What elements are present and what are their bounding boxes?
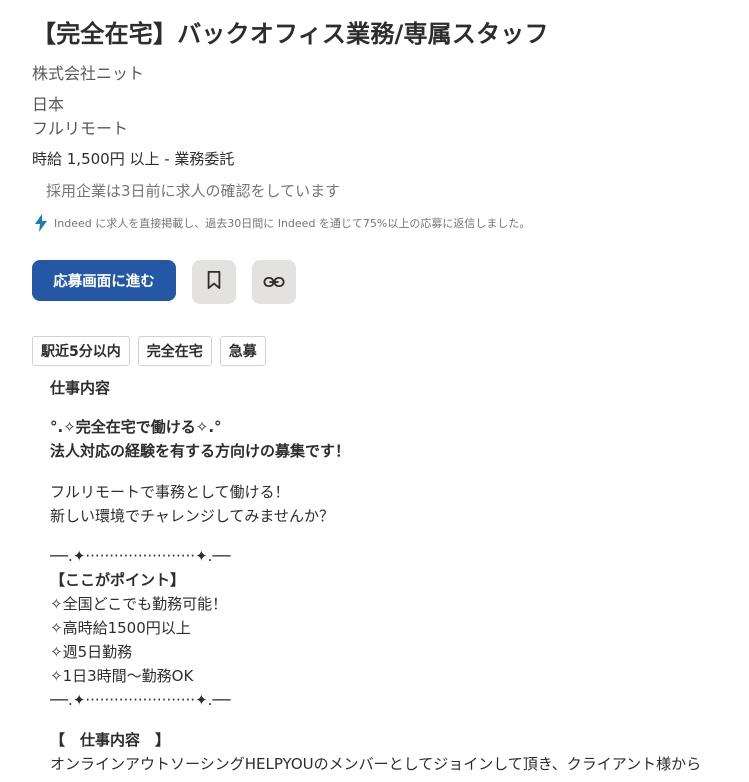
salary: 時給 1,500円 以上 - 業務委託 bbox=[32, 150, 235, 168]
description-lead-1: °.✧完全在宅で働ける✧.° bbox=[50, 418, 222, 436]
point-item: ✧高時給1500円以上 bbox=[50, 619, 191, 637]
apply-button[interactable]: 応募画面に進む bbox=[32, 260, 176, 301]
location-country: 日本 bbox=[32, 95, 65, 114]
location-type: フルリモート bbox=[32, 119, 129, 138]
link-icon bbox=[263, 273, 285, 292]
point-item: ✧1日3時間〜勤務OK bbox=[50, 667, 194, 685]
job-tags: 駅近5分以内 完全在宅 急募 bbox=[32, 336, 266, 366]
employer-status: 採用企業は3日前に求人の確認をしています bbox=[46, 182, 341, 200]
divider-2: ──.✦·······················✦.── bbox=[50, 691, 231, 709]
bookmark-icon bbox=[205, 270, 223, 294]
point-heading: 【ここがポイント】 bbox=[50, 571, 186, 589]
response-note: Indeed に求人を直接掲載し、過去30日間に Indeed を通じて75%以… bbox=[34, 214, 530, 232]
copy-link-button[interactable] bbox=[252, 260, 296, 304]
description-heading: 仕事内容 bbox=[50, 379, 111, 397]
description-paragraph-2: 新しい環境でチャレンジしてみませんか？ bbox=[50, 507, 334, 525]
save-job-button[interactable] bbox=[192, 260, 236, 304]
divider-1: ──.✦·······················✦.── bbox=[50, 547, 231, 565]
company-name: 株式会社ニット bbox=[32, 64, 145, 83]
lightning-icon bbox=[34, 214, 48, 232]
response-note-text: Indeed に求人を直接掲載し、過去30日間に Indeed を通じて75%以… bbox=[54, 217, 531, 230]
tag-item: 完全在宅 bbox=[137, 336, 212, 366]
job-title: 【完全在宅】バックオフィス業務/専属スタッフ bbox=[32, 20, 549, 48]
point-item: ✧週5日勤務 bbox=[50, 643, 133, 661]
point-item: ✧全国どこでも勤務可能！ bbox=[50, 595, 228, 613]
description-lead-2: 法人対応の経験を有する方向けの募集です！ bbox=[50, 442, 351, 460]
section-text: オンラインアウトソーシングHELPYOUのメンバーとしてジョインして頂き、クライ… bbox=[50, 755, 702, 773]
tag-item: 急募 bbox=[219, 336, 266, 366]
section-heading: 【 仕事内容 】 bbox=[50, 731, 171, 749]
description-paragraph-1: フルリモートで事務として働ける！ bbox=[50, 483, 290, 501]
tag-item: 駅近5分以内 bbox=[32, 336, 130, 366]
